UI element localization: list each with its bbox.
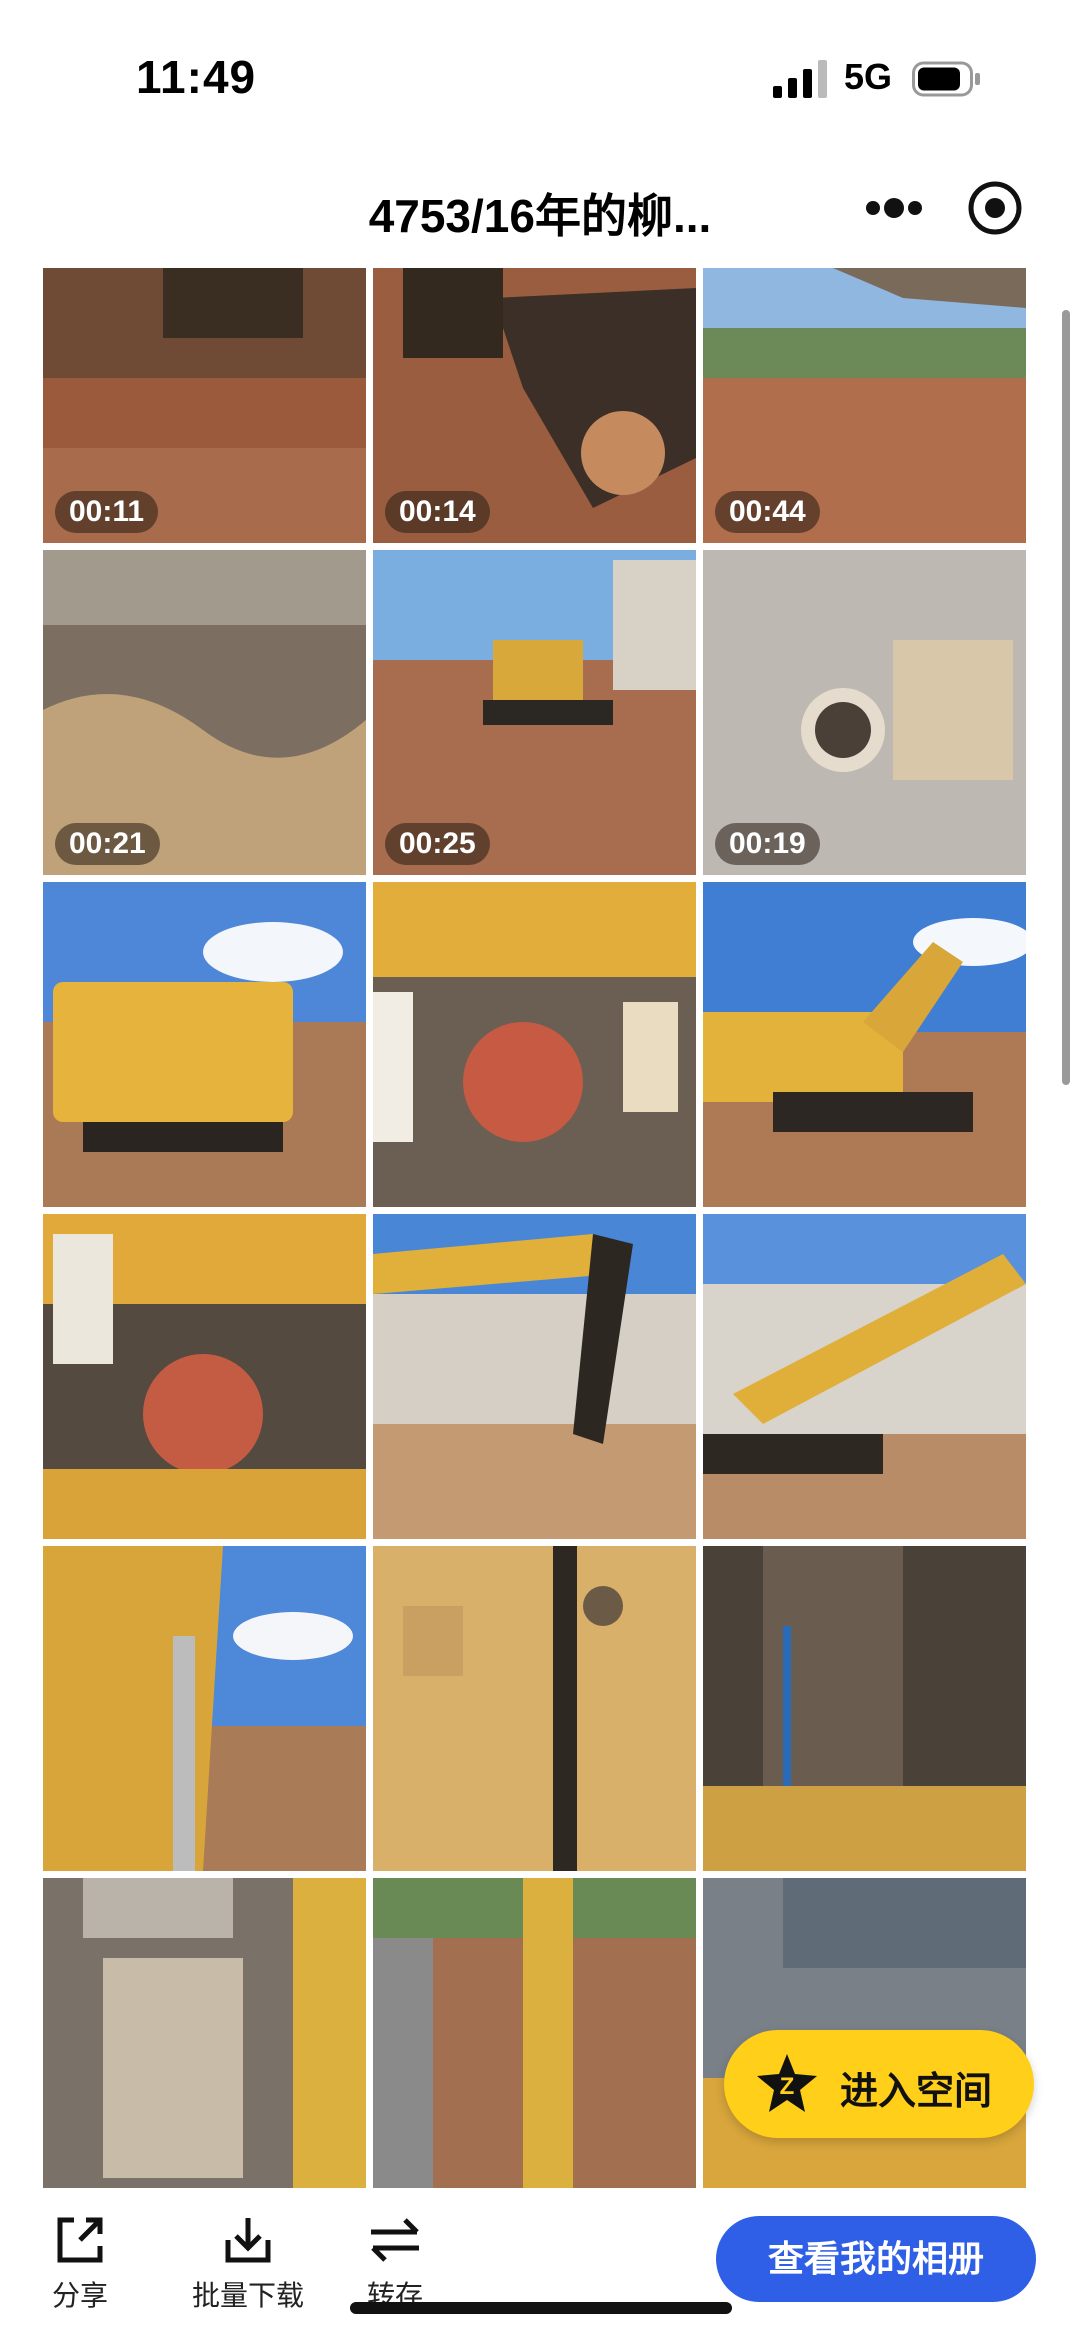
photo-grid: 00:11 00:14 00:44 00:21 00:25 00:19	[43, 268, 1028, 2188]
video-thumbnail[interactable]: 00:44	[703, 268, 1026, 543]
video-thumbnail[interactable]: 00:25	[373, 550, 696, 875]
video-thumbnail[interactable]: 00:11	[43, 268, 366, 543]
download-icon	[225, 2218, 271, 2263]
video-duration: 00:44	[715, 491, 820, 533]
more-options-icon[interactable]	[859, 184, 929, 232]
batch-download-button[interactable]: 批量下载	[178, 2212, 318, 2314]
share-button[interactable]: 分享	[40, 2212, 120, 2314]
close-target-icon[interactable]	[965, 178, 1025, 238]
photo-thumbnail[interactable]	[373, 1214, 696, 1539]
photo-thumbnail[interactable]	[43, 1878, 366, 2188]
photo-thumbnail[interactable]	[703, 1546, 1026, 1871]
space-logo-icon: Z	[757, 2054, 817, 2112]
title-bar: 4753/16年的柳...	[0, 150, 1080, 268]
photo-thumbnail[interactable]	[43, 1214, 366, 1539]
scrollbar[interactable]	[1062, 310, 1070, 1085]
view-my-album-button[interactable]: 查看我的相册	[716, 2216, 1036, 2302]
status-time: 11:49	[136, 51, 257, 103]
video-duration: 00:25	[385, 823, 490, 865]
network-type: 5G	[844, 56, 893, 97]
photo-thumbnail[interactable]	[703, 1214, 1026, 1539]
enter-space-button[interactable]: Z 进入空间	[724, 2030, 1034, 2138]
bottom-toolbar: 分享 批量下载 转存 查看我的相册	[0, 2190, 1080, 2339]
video-thumbnail[interactable]: 00:14	[373, 268, 696, 543]
share-label: 分享	[51, 2280, 108, 2311]
svg-text:Z: Z	[780, 2073, 795, 2100]
photo-thumbnail[interactable]	[703, 882, 1026, 1207]
photo-thumbnail[interactable]	[373, 1546, 696, 1871]
video-duration: 00:21	[55, 823, 160, 865]
photo-thumbnail[interactable]	[43, 1546, 366, 1871]
page-title: 4753/16年的柳...	[368, 190, 712, 242]
video-duration: 00:14	[385, 491, 490, 533]
enter-space-label: 进入空间	[840, 2071, 993, 2113]
share-icon	[57, 2217, 103, 2263]
signal-icon	[773, 60, 827, 98]
photo-thumbnail[interactable]	[373, 1878, 696, 2188]
photo-thumbnail[interactable]	[43, 882, 366, 1207]
video-duration: 00:19	[715, 823, 820, 865]
home-indicator	[350, 2302, 732, 2314]
batch-download-label: 批量下载	[191, 2280, 304, 2311]
transfer-icon	[371, 2218, 419, 2262]
photo-thumbnail[interactable]	[373, 882, 696, 1207]
mini-program-capsule	[835, 168, 1061, 248]
status-bar: 11:49 5G	[0, 0, 1080, 150]
video-thumbnail[interactable]: 00:19	[703, 550, 1026, 875]
video-duration: 00:11	[55, 491, 159, 533]
transfer-button[interactable]: 转存	[355, 2212, 435, 2314]
battery-icon	[912, 61, 980, 97]
video-thumbnail[interactable]: 00:21	[43, 550, 366, 875]
